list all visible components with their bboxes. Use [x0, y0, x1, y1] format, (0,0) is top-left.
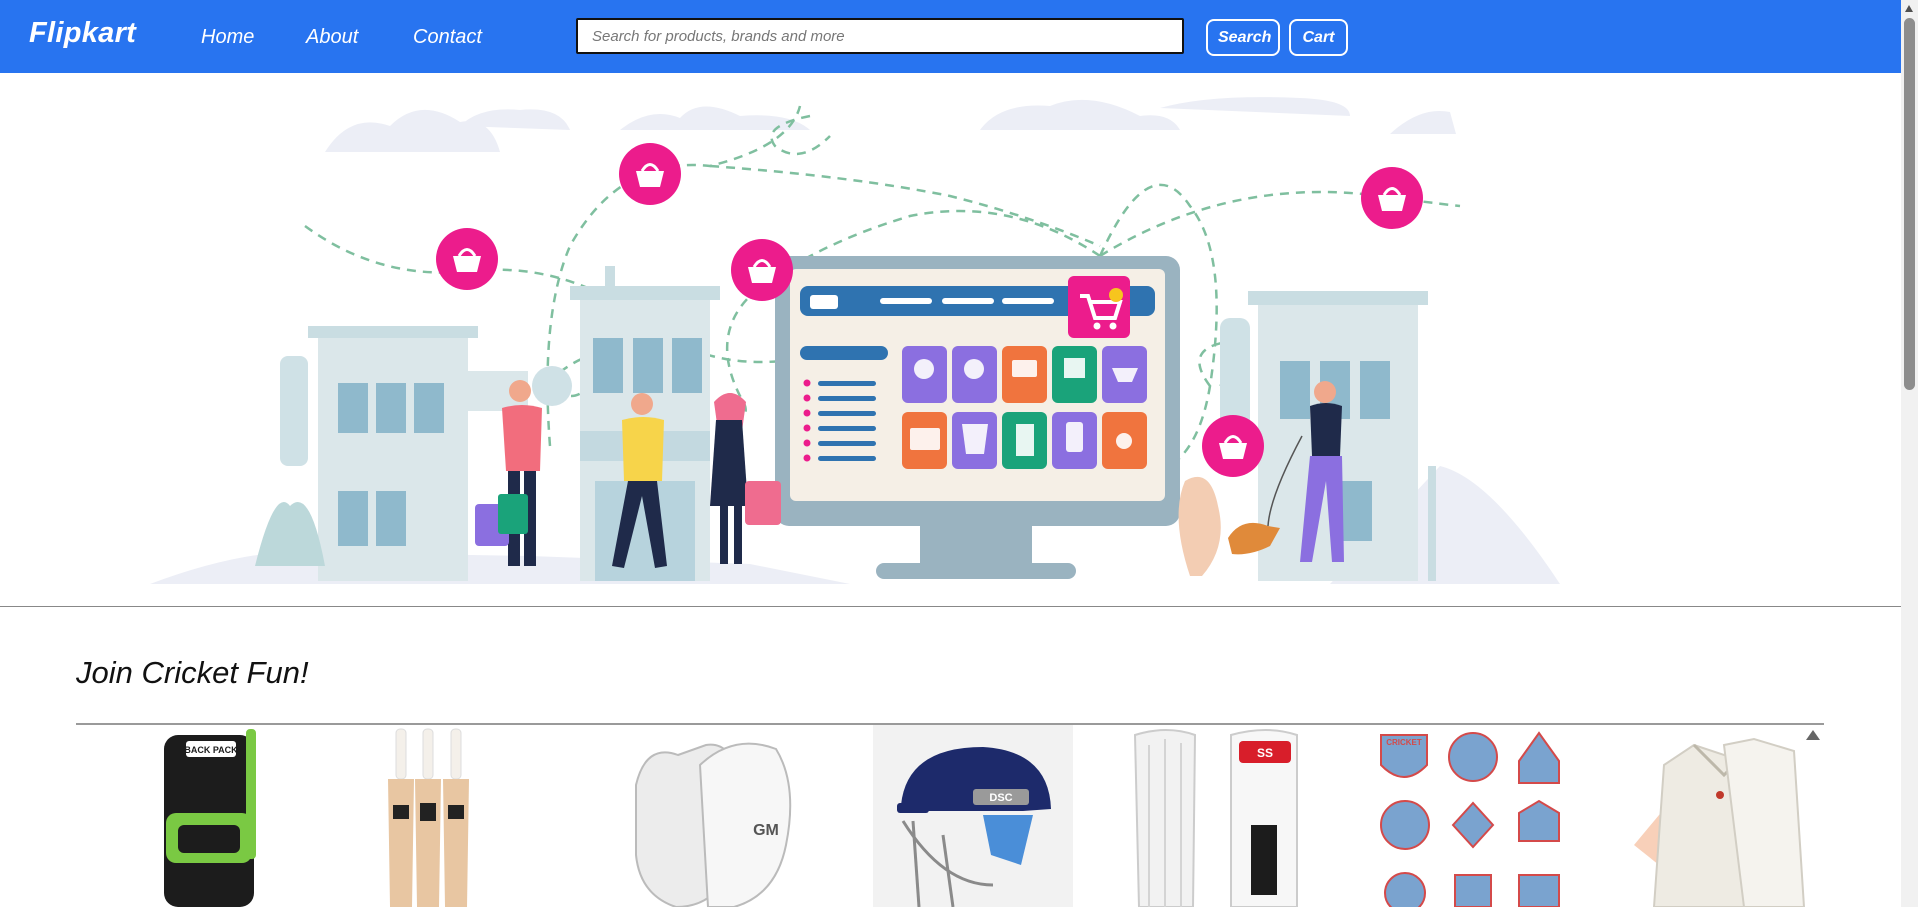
hero-divider — [0, 606, 1901, 607]
nav-link-about[interactable]: About — [306, 26, 358, 49]
cricket-kit-bag-icon: BACK PACK — [164, 729, 256, 907]
nav-link-home[interactable]: Home — [201, 26, 254, 49]
badge-label: CRICKET — [1386, 738, 1422, 747]
navbar: Flipkart Home About Contact Search Cart — [0, 0, 1901, 73]
cricket-shirts-icon — [1634, 737, 1806, 907]
search-input[interactable] — [576, 18, 1184, 54]
search-button[interactable]: Search — [1206, 19, 1280, 56]
scroll-up-arrow-icon[interactable] — [1905, 5, 1913, 12]
batting-gloves-icon: GM — [635, 742, 792, 907]
nav-link-contact[interactable]: Contact — [413, 26, 482, 49]
product-cricket-kit-bag[interactable]: BACK PACK — [116, 725, 316, 907]
online-shopping-illustration — [150, 97, 1560, 584]
batting-pads-icon: SS — [1133, 729, 1298, 907]
bag-label: BACK PACK — [184, 745, 238, 755]
gloves-brand: GM — [753, 822, 779, 839]
cricket-helmet-icon: DSC — [873, 725, 1073, 907]
product-batting-gloves[interactable]: GM — [616, 725, 816, 907]
product-cricket-shirts[interactable] — [1624, 725, 1824, 907]
product-row: BACK PACK GM DSC SS CRICKET — [76, 725, 1824, 907]
computer-monitor — [775, 256, 1180, 579]
scroll-top-caret-icon[interactable] — [1806, 730, 1820, 740]
hero-banner — [150, 86, 1600, 584]
brand-logo[interactable]: Flipkart — [29, 17, 136, 50]
cricket-bats-icon — [388, 728, 469, 907]
cricket-badges-icon: CRICKET — [1380, 731, 1560, 907]
page-scrollbar[interactable] — [1901, 0, 1918, 907]
cart-button[interactable]: Cart — [1289, 19, 1348, 56]
product-cricket-bats[interactable] — [366, 725, 566, 907]
scrollbar-thumb[interactable] — [1904, 18, 1915, 390]
pads-brand: SS — [1257, 746, 1273, 760]
product-batting-pads[interactable]: SS — [1121, 725, 1321, 907]
helmet-brand: DSC — [989, 792, 1012, 804]
product-cricket-helmet[interactable]: DSC — [873, 725, 1073, 907]
product-cricket-badges[interactable]: CRICKET — [1373, 725, 1573, 907]
section-title: Join Cricket Fun! — [76, 655, 309, 690]
